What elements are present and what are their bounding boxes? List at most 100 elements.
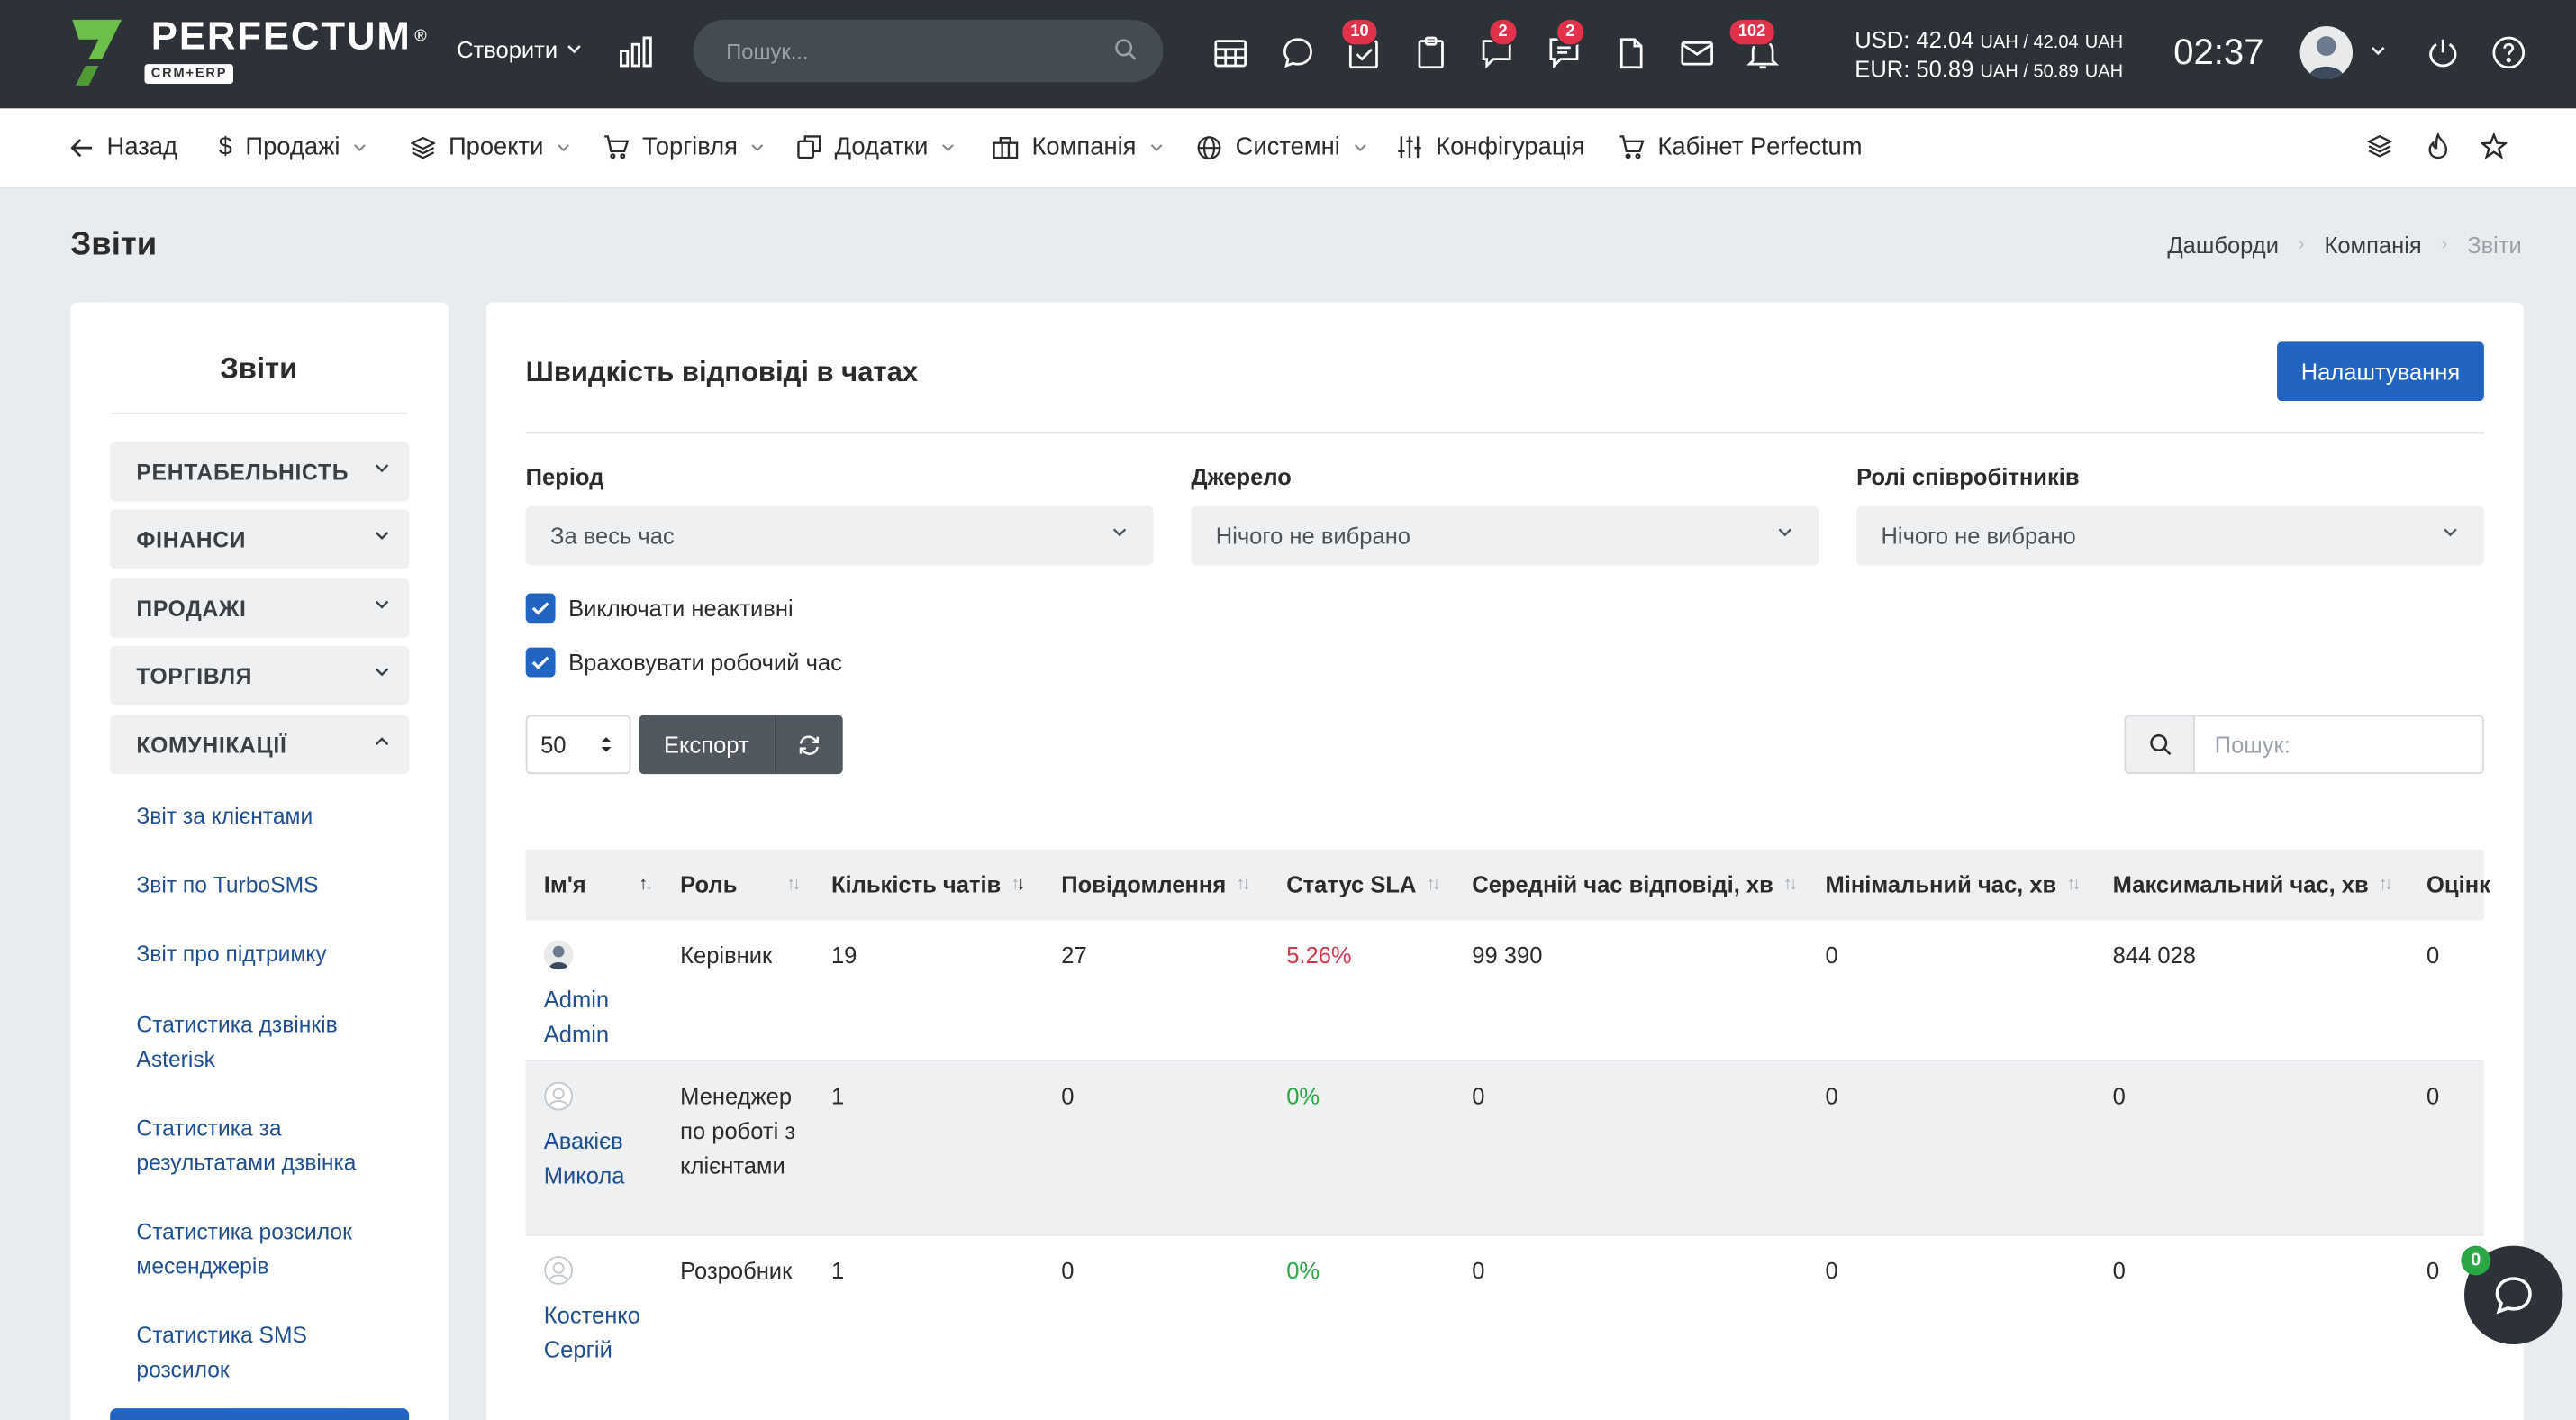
employee-last-name: Микола (543, 1161, 625, 1188)
copy-icon (797, 135, 821, 159)
column-header-role[interactable]: Роль ↑↓ (680, 871, 801, 897)
nav-cabinet[interactable]: Кабінет Perfectum (1619, 133, 1863, 161)
sidebar-link[interactable]: Звіт про підтримку (136, 937, 399, 971)
nav-system[interactable]: Системні (1196, 133, 1366, 161)
settings-button[interactable]: Налаштування (2277, 341, 2484, 402)
sidebar-link[interactable]: Звіт по TurboSMS (136, 868, 399, 902)
sla-status: 5.26% (1286, 942, 1352, 969)
column-header-name[interactable]: Ім'я ↑↓ (544, 871, 653, 897)
avatar (544, 1081, 574, 1111)
employee-role: Розробник (680, 1257, 793, 1284)
breadcrumb-current: Звіти (2467, 232, 2522, 259)
column-header-rating[interactable]: Оцінк (2426, 871, 2490, 897)
breadcrumb-item[interactable]: Дашборди (2167, 232, 2279, 258)
logo-mark-icon (69, 16, 125, 88)
sort-icon: ↑↓ (1782, 874, 1798, 895)
nav-company[interactable]: Компанія (993, 133, 1163, 161)
sort-asc-icon: ↑↓ (639, 874, 653, 895)
working-hours-checkbox[interactable] (525, 647, 556, 678)
period-select[interactable]: За весь час (525, 505, 1154, 566)
mail-icon[interactable] (1679, 34, 1715, 70)
source-select[interactable]: Нічого не вибрано (1191, 505, 1819, 566)
refresh-button[interactable] (774, 715, 843, 775)
cart-icon (1619, 135, 1645, 159)
nav-trade[interactable]: Торгівля (603, 133, 764, 161)
nav-config-label: Конфігурація (1436, 132, 1585, 161)
chevron-up-icon (375, 737, 389, 746)
nav-back[interactable]: Назад (70, 133, 177, 161)
chevron-down-icon (2444, 528, 2457, 537)
employee-name-link[interactable]: Костенко Сергій (544, 1256, 642, 1368)
user-menu-chevron-icon[interactable] (2371, 46, 2385, 56)
nav-projects[interactable]: Проекти (411, 133, 570, 161)
sidebar-category-profitability[interactable]: РЕНТАБЕЛЬНІСТЬ (110, 441, 410, 502)
global-search-placeholder: Пошук... (726, 38, 809, 64)
star-icon[interactable] (2479, 132, 2508, 168)
user-avatar[interactable] (2299, 26, 2353, 79)
sidebar-link[interactable]: Статистика за результатами дзвінка (136, 1111, 399, 1180)
sort-icon: ↑↓ (2066, 874, 2081, 895)
bell-icon[interactable]: 102 (1728, 18, 1781, 70)
column-header-sla[interactable]: Статус SLA ↑↓ (1286, 871, 1441, 897)
layers-toggle-icon[interactable] (2366, 133, 2393, 166)
sidebar-link[interactable]: Звіт за клієнтами (136, 798, 399, 833)
currency-rates: USD: 42.04 UAH / 42.04 UAH EUR: 50.89 UA… (1855, 26, 2123, 86)
max-response-time: 0 (2112, 1257, 2126, 1284)
chat-widget-button[interactable]: 0 (2461, 1245, 2563, 1345)
period-label: Період (525, 463, 604, 490)
sidebar-link[interactable]: Статистика дзвінків Asterisk (136, 1007, 399, 1077)
page-size-select[interactable]: 50 (525, 715, 631, 775)
column-header-chats[interactable]: Кількість чатів ↑↓ (831, 871, 1026, 897)
nav-addons[interactable]: Додатки (797, 133, 955, 161)
table-header: Ім'я ↑↓ Роль ↑↓ Кількість чатів ↑↓ Повідомл… (525, 850, 2490, 921)
sidebar-category-trade[interactable]: ТОРГІВЛЯ (110, 645, 410, 705)
rating: 0 (2426, 1257, 2440, 1284)
tasks-icon[interactable]: 10 (1340, 18, 1382, 70)
table-row: Авакієв Микола Менеджер по роботі з кліє… (525, 1061, 2484, 1236)
report-title: Швидкість відповіді в чатах (525, 356, 919, 388)
logo[interactable]: PERFECTUM ® CRM+ERP (69, 16, 429, 88)
analytics-icon[interactable] (618, 32, 654, 77)
table-search-input[interactable]: Пошук: (2194, 715, 2484, 775)
power-icon[interactable] (2425, 34, 2461, 70)
sidebar-category-communications[interactable]: КОМУНІКАЦІЇ (110, 715, 410, 775)
source-select-value: Нічого не вибрано (1215, 523, 1411, 550)
create-dropdown[interactable]: Створити (457, 36, 582, 62)
divider (525, 432, 2484, 434)
exclude-inactive-checkbox[interactable] (525, 593, 556, 624)
column-header-avg-time[interactable]: Середній час відповіді, хв ↑↓ (1472, 871, 1798, 897)
column-header-max-time[interactable]: Максимальний час, хв ↑↓ (2113, 871, 2393, 897)
chevron-down-icon (1778, 528, 1791, 537)
layers-icon (411, 136, 436, 159)
column-header-messages[interactable]: Повідомлення ↑↓ (1061, 871, 1250, 897)
sort-icon: ↑↓ (1426, 874, 1440, 895)
employee-name-link[interactable]: Авакієв Микола (544, 1081, 642, 1193)
support-chat-icon[interactable]: 2 (1479, 18, 1518, 70)
employee-name-link[interactable]: Admin Admin (543, 940, 642, 1051)
sidebar-link[interactable]: Статистика розсилок месенджерів (136, 1215, 399, 1284)
comments-icon[interactable]: 2 (1546, 18, 1585, 70)
chevron-down-icon (557, 143, 569, 151)
nav-config[interactable]: Конфігурація (1396, 133, 1584, 161)
min-response-time: 0 (1825, 1083, 1838, 1110)
sidebar-category-finance[interactable]: ФІНАНСИ (110, 509, 410, 569)
document-icon[interactable] (1613, 34, 1649, 70)
export-button[interactable]: Експорт (639, 715, 775, 775)
chat-bubble-icon[interactable] (1280, 34, 1316, 70)
support-chat-badge: 2 (1488, 18, 1518, 47)
sidebar-category-sales[interactable]: ПРОДАЖІ (110, 578, 410, 638)
clipboard-icon[interactable] (1413, 34, 1449, 70)
fire-icon[interactable] (2426, 132, 2450, 168)
employee-role: Менеджер по роботі з клієнтами (680, 1083, 796, 1179)
sidebar-link[interactable]: Статистика SMS розсилок (136, 1318, 399, 1388)
roles-select[interactable]: Нічого не вибрано (1856, 505, 2484, 566)
breadcrumb-item[interactable]: Компанія (2324, 232, 2421, 258)
help-icon[interactable] (2490, 34, 2526, 70)
global-search-input[interactable]: Пошук... (693, 19, 1164, 83)
column-header-min-time[interactable]: Мінімальний час, хв ↑↓ (1825, 871, 2081, 897)
sidebar-link-active[interactable] (110, 1408, 410, 1420)
nav-sales[interactable]: $ Продажі (219, 133, 367, 161)
sidebar-category-label: РЕНТАБЕЛЬНІСТЬ (136, 460, 349, 486)
table-search-icon (2124, 715, 2195, 775)
calendar-table-icon[interactable] (1212, 34, 1248, 70)
